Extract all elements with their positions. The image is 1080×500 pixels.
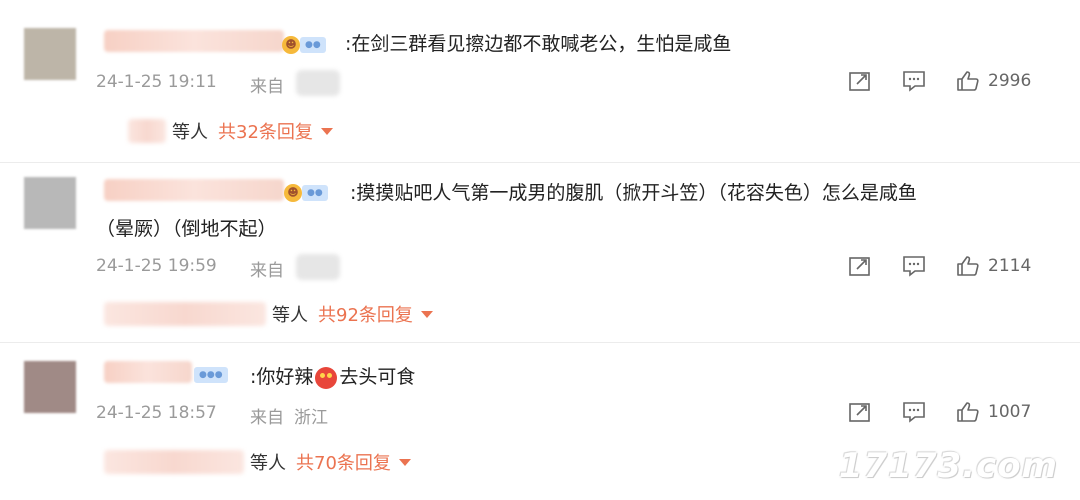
watermark: 17173.com — [838, 446, 1058, 486]
fan-level-badge: ●●● — [194, 367, 228, 383]
heart-eyes-emoji-icon — [315, 366, 338, 389]
comment-time: 24-1-25 19:59 — [96, 256, 217, 276]
comment-text-start: :你好辣 — [250, 366, 314, 388]
reply-prefix: 等人 — [172, 122, 208, 143]
avatar[interactable] — [24, 361, 76, 413]
reply-prefix: 等人 — [250, 453, 286, 474]
comment-region: 浙江 — [294, 408, 328, 428]
thumbs-up-icon — [956, 401, 980, 423]
region-blurred — [296, 254, 340, 280]
comment-from-label: 来自 — [250, 261, 284, 281]
comment-from-label: 来自 — [250, 77, 284, 97]
thumbs-up-icon — [956, 255, 980, 277]
reply-users-blurred — [104, 302, 266, 326]
comment-time: 24-1-25 18:57 — [96, 403, 217, 423]
share-button[interactable] — [848, 401, 872, 423]
comment-item-1: ☻ ●● :在剑三群看见擦边都不敢喊老公，生怕是咸鱼 24-1-25 19:11… — [0, 0, 1080, 160]
reply-summary[interactable]: 等人 共70条回复 — [104, 449, 411, 475]
comment-item-2: ☻ ●● :摸摸贴吧人气第一成男的腹肌（掀开斗笠）（花容失色）怎么是咸鱼 （晕厥… — [0, 163, 1080, 343]
comment-text-end: 去头可食 — [339, 366, 416, 388]
fan-level-badge: ●● — [300, 37, 326, 53]
fan-badge-icon: ☻ — [284, 184, 302, 202]
reply-users-blurred — [128, 119, 166, 143]
reply-users-blurred — [104, 450, 244, 474]
reply-summary[interactable]: 等人 共32条回复 — [128, 118, 333, 144]
thumbs-up-icon — [956, 70, 980, 92]
comment-text-continued: （晕厥）（倒地不起） — [96, 218, 277, 240]
like-count: 2114 — [988, 256, 1032, 276]
comment-button[interactable] — [902, 70, 926, 92]
comment-icon — [902, 70, 926, 92]
view-replies-link[interactable]: 共32条回复 — [218, 118, 313, 144]
username-blurred[interactable] — [104, 361, 192, 383]
share-icon — [848, 255, 872, 277]
comment-button[interactable] — [902, 255, 926, 277]
reply-prefix: 等人 — [272, 305, 308, 326]
like-count: 1007 — [988, 402, 1032, 422]
chevron-down-icon — [320, 127, 333, 135]
comment-button[interactable] — [902, 401, 926, 423]
comment-text: :在剑三群看见擦边都不敢喊老公，生怕是咸鱼 — [345, 33, 732, 55]
share-button[interactable] — [848, 70, 872, 92]
fan-level-badge: ●● — [302, 185, 328, 201]
view-replies-link[interactable]: 共92条回复 — [318, 301, 413, 327]
chevron-down-icon — [398, 458, 411, 466]
like-button[interactable]: 2114 — [956, 255, 1031, 277]
like-button[interactable]: 2996 — [956, 70, 1031, 92]
share-icon — [848, 70, 872, 92]
region-blurred — [296, 70, 340, 96]
reply-summary[interactable]: 等人 共92条回复 — [104, 301, 433, 327]
comment-icon — [902, 401, 926, 423]
avatar[interactable] — [24, 177, 76, 229]
comment-from-label: 来自 — [250, 408, 284, 428]
avatar[interactable] — [24, 28, 76, 80]
like-count: 2996 — [988, 71, 1032, 91]
fan-badge-icon: ☻ — [282, 36, 300, 54]
comment-time: 24-1-25 19:11 — [96, 72, 217, 92]
like-button[interactable]: 1007 — [956, 401, 1031, 423]
username-blurred[interactable] — [104, 30, 284, 52]
view-replies-link[interactable]: 共70条回复 — [296, 449, 391, 475]
chevron-down-icon — [420, 310, 433, 318]
username-blurred[interactable] — [104, 179, 284, 201]
share-icon — [848, 401, 872, 423]
comment-text: :你好辣 去头可食 — [250, 359, 415, 395]
comment-icon — [902, 255, 926, 277]
comment-text: :摸摸贴吧人气第一成男的腹肌（掀开斗笠）（花容失色）怎么是咸鱼 — [350, 182, 917, 204]
share-button[interactable] — [848, 255, 872, 277]
